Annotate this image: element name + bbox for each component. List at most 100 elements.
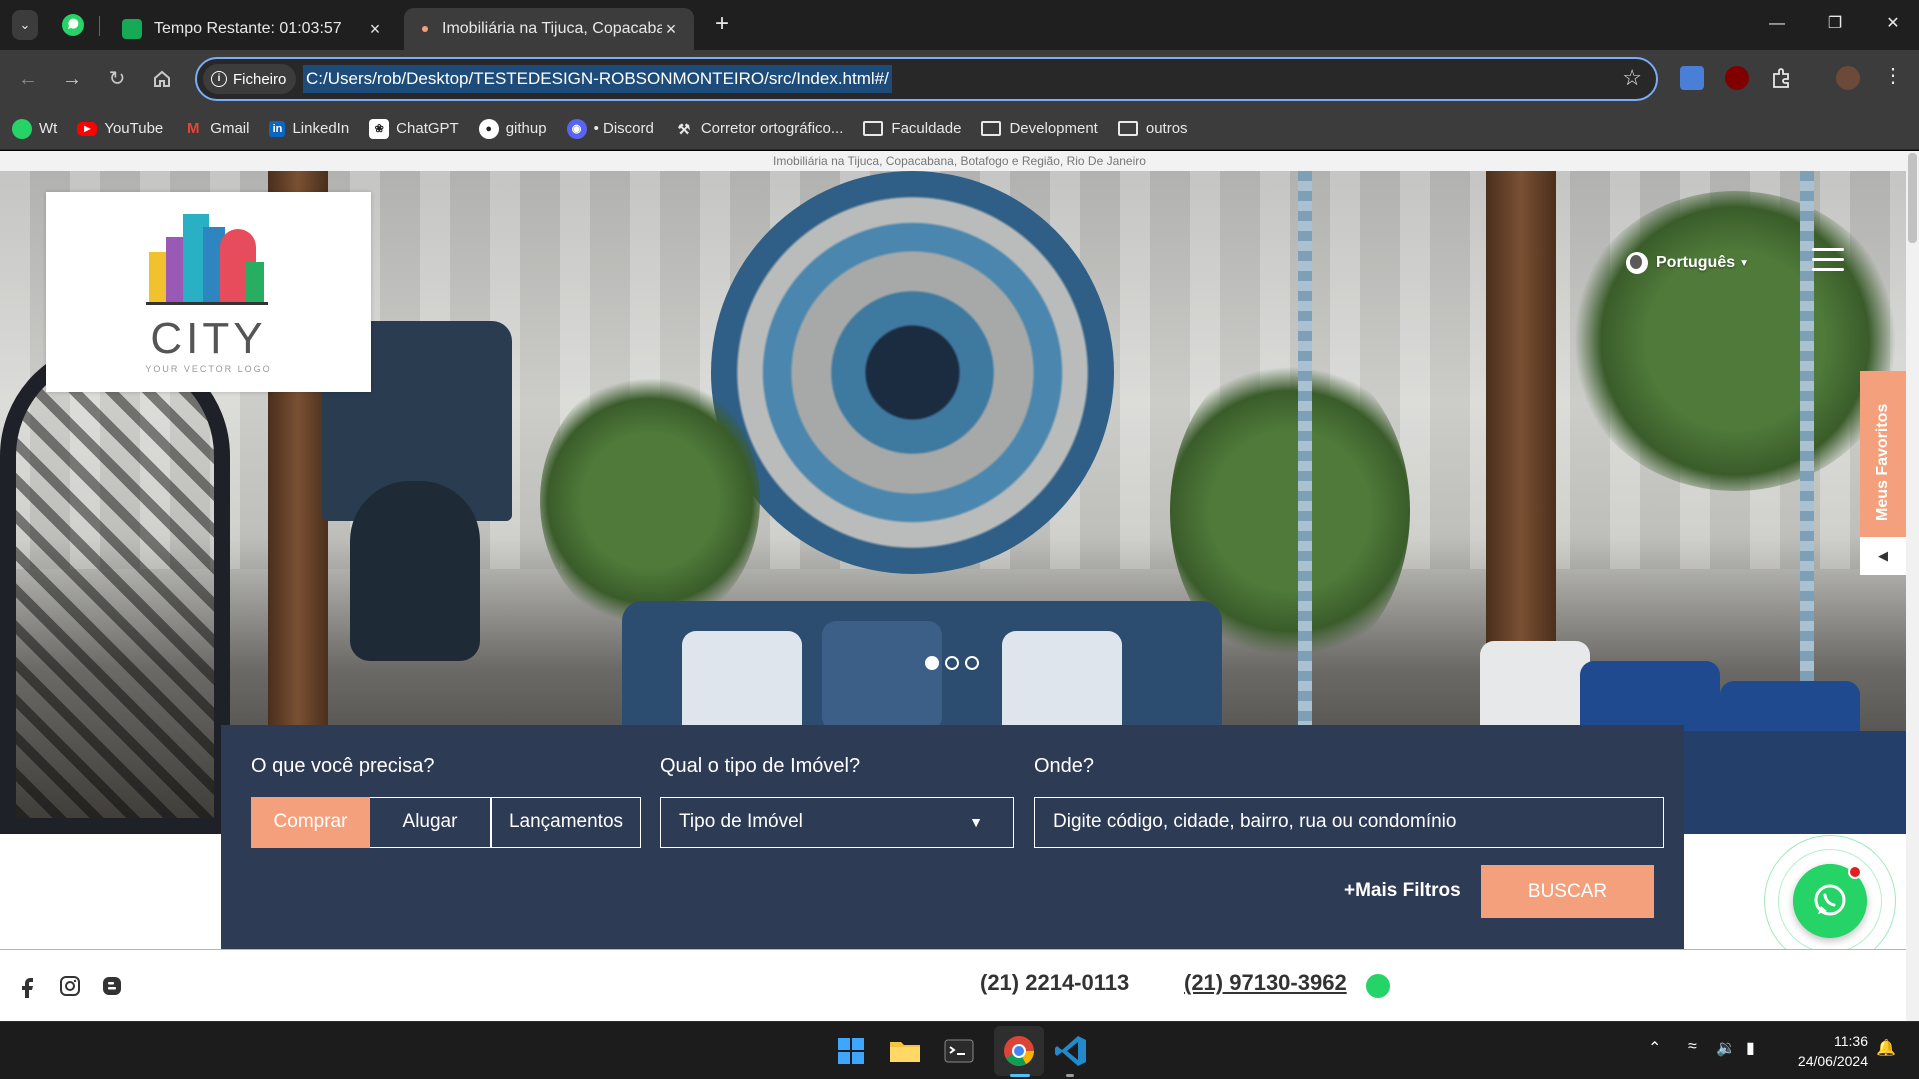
location-search-input[interactable]: Digite código, cidade, bairro, rua ou co… bbox=[1034, 797, 1664, 848]
folder-icon bbox=[863, 121, 884, 136]
bookmark-spellcheck[interactable]: ⚒ Corretor ortográfico... bbox=[674, 119, 844, 139]
logo-wordmark: CITY bbox=[150, 314, 267, 363]
clock-time: 11:36 bbox=[1834, 1033, 1868, 1049]
bookmark-label: LinkedIn bbox=[292, 120, 350, 137]
property-type-select[interactable]: Tipo de Imóvel ▼ bbox=[660, 797, 1014, 848]
profile-avatar[interactable] bbox=[1836, 66, 1860, 90]
vscode-running-indicator bbox=[1066, 1074, 1074, 1077]
bookmark-folder-development[interactable]: Development bbox=[981, 120, 1098, 137]
favorites-toggle-arrow-icon[interactable]: ◀ bbox=[1860, 537, 1906, 575]
facebook-icon[interactable] bbox=[16, 974, 40, 998]
system-clock[interactable]: 11:36 24/06/2024 bbox=[1788, 1031, 1868, 1071]
tab-search-button[interactable]: ⌄ bbox=[12, 10, 38, 40]
bookmark-folder-faculdade[interactable]: Faculdade bbox=[863, 120, 961, 137]
windows-taskbar: ⌃ ≈ 🔉 ▮ 11:36 24/06/2024 🔔 bbox=[0, 1021, 1919, 1079]
tab-title: Imobiliária na Tijuca, Copacabar bbox=[442, 20, 662, 37]
favorites-label: Meus Favoritos bbox=[1874, 403, 1891, 521]
chrome-icon[interactable] bbox=[1000, 1032, 1038, 1070]
sofa-pillow bbox=[822, 621, 942, 731]
tab-active-imobiliaria[interactable]: Imobiliária na Tijuca, Copacabar × bbox=[404, 8, 694, 50]
bookmark-linkedin[interactable]: in LinkedIn bbox=[269, 120, 349, 137]
terminal-icon[interactable] bbox=[940, 1032, 978, 1070]
file-explorer-icon[interactable] bbox=[886, 1032, 924, 1070]
hero-plant-image bbox=[1570, 191, 1900, 491]
bookmark-gmail[interactable]: M Gmail bbox=[183, 119, 249, 139]
more-filters-link[interactable]: +Mais Filtros bbox=[1344, 880, 1461, 902]
github-icon: ● bbox=[478, 118, 499, 139]
bookmark-star-icon[interactable]: ☆ bbox=[1622, 65, 1642, 91]
web-page: Imobiliária na Tijuca, Copacabana, Botaf… bbox=[0, 151, 1919, 1021]
carousel-dot[interactable] bbox=[965, 656, 979, 670]
hamburger-menu-icon[interactable] bbox=[1812, 248, 1844, 274]
option-alugar[interactable]: Alugar bbox=[370, 797, 491, 848]
minimize-icon[interactable]: — bbox=[1748, 0, 1806, 50]
discord-icon: ◉ bbox=[566, 118, 587, 139]
bookmark-chatgpt[interactable]: ❀ ChatGPT bbox=[369, 118, 459, 139]
extensions-puzzle-icon[interactable] bbox=[1770, 66, 1794, 90]
carousel-dot[interactable] bbox=[925, 656, 939, 670]
whatsapp-phone-link[interactable]: (21) 97130-3962 bbox=[1184, 970, 1347, 996]
forward-icon[interactable]: → bbox=[56, 63, 88, 95]
folder-icon bbox=[1117, 121, 1138, 136]
favorites-side-tab[interactable]: Meus Favoritos bbox=[1860, 371, 1906, 537]
home-icon[interactable] bbox=[146, 63, 178, 95]
clock-date: 24/06/2024 bbox=[1797, 1053, 1868, 1069]
reload-icon[interactable]: ↻ bbox=[101, 63, 133, 95]
logo-tagline: YOUR VECTOR LOGO bbox=[145, 364, 272, 374]
youtube-icon: ▶ bbox=[77, 121, 98, 136]
hero-lamp-base-image bbox=[350, 481, 480, 661]
bookmark-github[interactable]: ● githup bbox=[478, 118, 547, 139]
battery-icon[interactable]: ▮ bbox=[1746, 1038, 1755, 1058]
bookmark-discord[interactable]: ◉ • Discord bbox=[566, 118, 654, 139]
url-text[interactable]: C:/Users/rob/Desktop/TESTEDESIGN-ROBSONM… bbox=[303, 65, 892, 93]
tab-separator bbox=[99, 16, 100, 36]
page-scrollbar[interactable] bbox=[1906, 151, 1919, 1021]
option-comprar[interactable]: Comprar bbox=[251, 797, 370, 848]
whatsapp-small-icon[interactable] bbox=[1366, 974, 1390, 998]
property-search-panel: O que você precisa? Comprar Alugar Lança… bbox=[221, 725, 1684, 949]
back-icon[interactable]: ← bbox=[12, 63, 44, 95]
google-translate-extension-icon[interactable] bbox=[1680, 66, 1704, 90]
tab-favicon-icon bbox=[422, 26, 428, 32]
bookmark-label: Wt bbox=[39, 120, 58, 137]
language-selector[interactable]: Português ▼ bbox=[1626, 252, 1749, 274]
site-top-tagline: Imobiliária na Tijuca, Copacabana, Botaf… bbox=[0, 151, 1919, 171]
instagram-icon[interactable] bbox=[58, 974, 82, 998]
bookmark-youtube[interactable]: ▶ YouTube bbox=[77, 120, 163, 137]
tab-timer[interactable]: Tempo Restante: 01:03:57 × bbox=[108, 8, 398, 50]
pinned-whatsapp-tab-icon[interactable] bbox=[60, 12, 86, 38]
scrollbar-thumb[interactable] bbox=[1908, 153, 1917, 243]
windows-start-icon[interactable] bbox=[832, 1032, 870, 1070]
bookmark-folder-outros[interactable]: outros bbox=[1117, 120, 1188, 137]
wifi-icon[interactable]: ≈ bbox=[1688, 1038, 1697, 1056]
carousel-indicators bbox=[925, 656, 985, 670]
bookmark-label: ChatGPT bbox=[396, 120, 459, 137]
notification-bell-icon[interactable]: 🔔 bbox=[1876, 1038, 1896, 1058]
chrome-running-indicator bbox=[1010, 1074, 1030, 1077]
volume-icon[interactable]: 🔉 bbox=[1716, 1038, 1736, 1058]
property-type-value: Tipo de Imóvel bbox=[679, 811, 803, 832]
vscode-icon[interactable] bbox=[1052, 1032, 1090, 1070]
search-submit-button[interactable]: BUSCAR bbox=[1481, 865, 1654, 918]
site-info-chip[interactable]: i Ficheiro bbox=[203, 64, 297, 94]
hero-hanging-chair-image bbox=[0, 341, 230, 834]
phone-number[interactable]: (21) 2214-0113 bbox=[980, 970, 1129, 996]
spellcheck-icon: ⚒ bbox=[677, 120, 691, 137]
address-bar[interactable]: i Ficheiro C:/Users/rob/Desktop/TESTEDES… bbox=[195, 57, 1658, 101]
site-logo[interactable]: CITY YOUR VECTOR LOGO bbox=[46, 192, 371, 392]
bookmark-label: • Discord bbox=[593, 120, 654, 137]
bookmark-wt[interactable]: Wt bbox=[12, 118, 58, 139]
close-window-icon[interactable]: ✕ bbox=[1864, 0, 1919, 50]
bookmark-label: YouTube bbox=[104, 120, 164, 137]
option-lancamentos[interactable]: Lançamentos bbox=[491, 797, 641, 848]
new-tab-button[interactable]: + bbox=[707, 10, 737, 40]
bookmark-label: Corretor ortográfico... bbox=[700, 120, 844, 137]
blogger-icon[interactable] bbox=[100, 974, 124, 998]
tray-chevron-icon[interactable]: ⌃ bbox=[1648, 1038, 1661, 1058]
tab-close-icon[interactable]: × bbox=[366, 19, 384, 40]
tab-close-icon[interactable]: × bbox=[662, 19, 680, 40]
restore-icon[interactable]: ❐ bbox=[1806, 0, 1864, 50]
browser-menu-icon[interactable]: ⋮ bbox=[1883, 63, 1903, 88]
carousel-dot[interactable] bbox=[945, 656, 959, 670]
ublock-extension-icon[interactable] bbox=[1725, 66, 1749, 90]
